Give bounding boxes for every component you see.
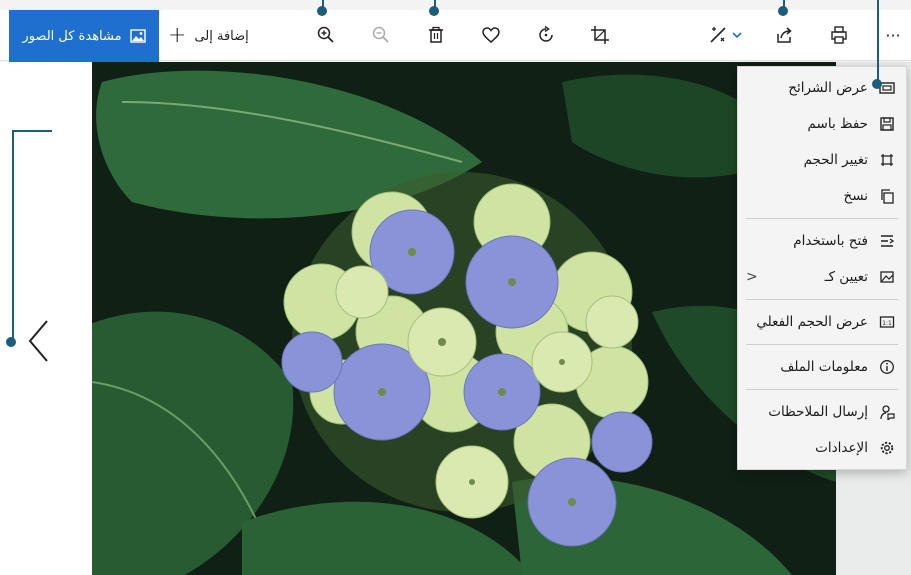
submenu-arrow-icon: < — [746, 269, 758, 285]
open-with-icon — [878, 232, 896, 250]
menu-item-set-as[interactable]: تعيين كـ < — [738, 264, 906, 290]
menu-separator — [746, 344, 898, 345]
callout-dot — [317, 6, 327, 16]
crop-icon — [591, 26, 609, 44]
callout-line — [12, 130, 14, 342]
menu-item-label: عرض الحجم الفعلي — [756, 314, 868, 330]
set-as-icon — [878, 268, 896, 286]
hydrangea-photo — [92, 62, 836, 575]
menu-item-label: حفظ باسم — [807, 116, 868, 132]
menu-item-settings[interactable]: الإعدادات — [738, 435, 906, 461]
menu-item-resize[interactable]: تغيير الحجم — [738, 147, 906, 173]
share-button[interactable] — [771, 22, 797, 48]
menu-item-actual-size[interactable]: 1:1 عرض الحجم الفعلي — [738, 309, 906, 335]
menu-item-slideshow[interactable]: عرض الشرائح — [738, 75, 906, 101]
settings-icon — [878, 439, 896, 457]
menu-item-copy[interactable]: نسخ — [738, 183, 906, 209]
menu-item-label: معلومات الملف — [780, 359, 868, 375]
callout-dot — [6, 337, 16, 347]
resize-icon — [878, 151, 896, 169]
more-options-menu: عرض الشرائح حفظ باسم تغيير الحجم نسخ فتح… — [737, 66, 907, 470]
info-icon — [878, 358, 896, 376]
menu-item-label: فتح باستخدام — [793, 233, 868, 249]
menu-separator — [746, 218, 898, 219]
menu-separator — [746, 299, 898, 300]
menu-item-file-info[interactable]: معلومات الملف — [738, 354, 906, 380]
plus-icon: + — [168, 23, 187, 48]
menu-item-label: تعيين كـ — [824, 269, 868, 285]
callout-dot — [872, 79, 882, 89]
favorite-button[interactable] — [478, 22, 504, 48]
svg-text:1:1: 1:1 — [882, 320, 892, 327]
menu-item-open-with[interactable]: فتح باستخدام — [738, 228, 906, 254]
callout-line — [877, 0, 879, 84]
rotate-button[interactable] — [533, 22, 559, 48]
menu-separator — [746, 389, 898, 390]
menu-item-label: عرض الشرائح — [788, 80, 868, 96]
zoom-out-icon — [372, 26, 389, 43]
actual-size-icon: 1:1 — [878, 313, 896, 331]
callout-dot — [429, 6, 439, 16]
add-to-button[interactable]: + إضافة إلى — [168, 22, 249, 50]
photo-viewer[interactable] — [92, 62, 836, 575]
view-all-label: مشاهدة كل الصور — [22, 28, 122, 44]
menu-item-label: إرسال الملاحظات — [768, 404, 868, 420]
view-all-photos-button[interactable]: مشاهدة كل الصور — [9, 10, 159, 62]
menu-item-label: نسخ — [843, 188, 868, 204]
callout-dot — [778, 6, 788, 16]
menu-item-send-feedback[interactable]: إرسال الملاحظات — [738, 399, 906, 425]
print-button[interactable] — [826, 22, 852, 48]
edit-icon — [710, 27, 726, 43]
more-icon: ··· — [885, 25, 901, 45]
rotate-icon — [539, 25, 553, 42]
crop-button[interactable] — [587, 22, 613, 48]
previous-arrow-icon[interactable] — [25, 318, 53, 364]
chevron-down-icon — [732, 32, 742, 39]
feedback-icon — [878, 403, 896, 421]
zoom-in-icon — [317, 26, 334, 43]
menu-item-save-as[interactable]: حفظ باسم — [738, 111, 906, 137]
edit-button[interactable] — [703, 22, 747, 48]
photos-icon — [129, 29, 146, 43]
callout-line — [12, 130, 52, 132]
add-to-label: إضافة إلى — [194, 28, 249, 44]
delete-icon — [429, 26, 443, 43]
print-icon — [831, 26, 847, 44]
favorite-icon — [482, 27, 500, 43]
share-icon — [777, 27, 792, 43]
menu-item-label: الإعدادات — [815, 440, 868, 456]
zoom-in-button[interactable] — [313, 22, 339, 48]
more-button[interactable]: ··· — [880, 22, 906, 48]
delete-button[interactable] — [423, 22, 449, 48]
zoom-out-button[interactable] — [368, 22, 394, 48]
save-as-icon — [878, 115, 896, 133]
copy-icon — [878, 187, 896, 205]
menu-item-label: تغيير الحجم — [803, 152, 868, 168]
